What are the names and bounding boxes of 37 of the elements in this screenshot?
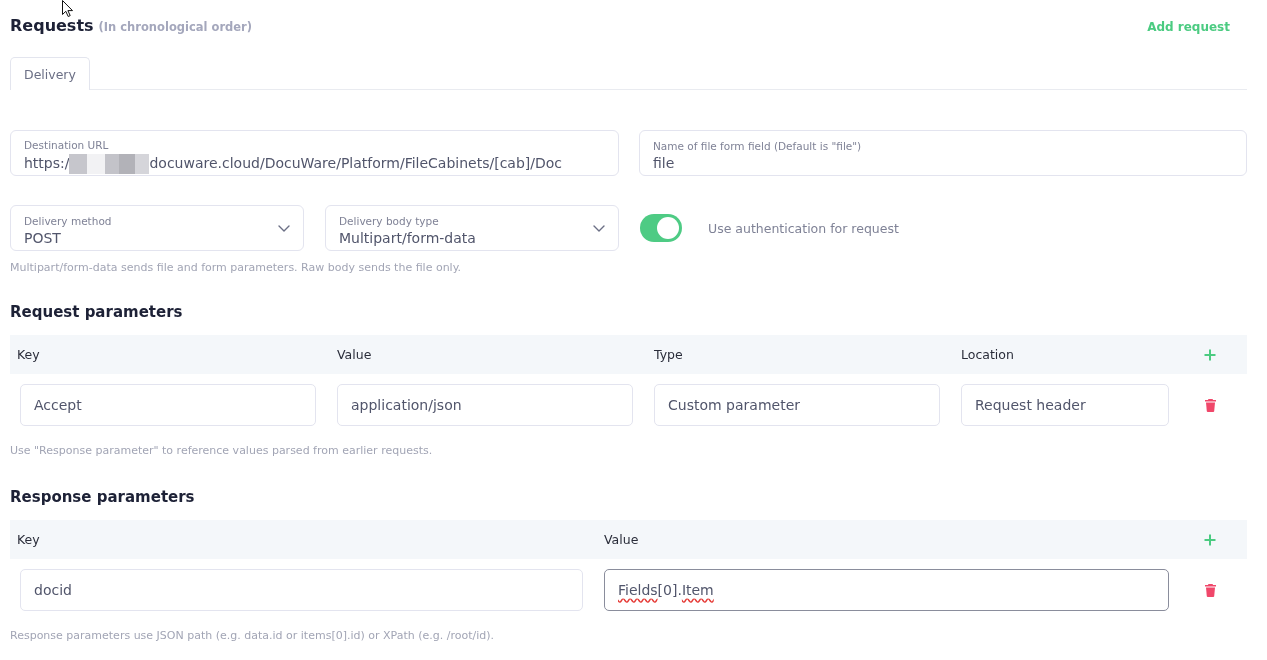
field-label: Name of file form field (Default is "file") (653, 139, 862, 153)
page-title: Requests (10, 16, 94, 35)
column-header: Type (654, 347, 684, 362)
hint-text: Multipart/form-data sends file and form parameters. Raw body sends the file only. (10, 261, 463, 275)
field-label: Delivery body type (339, 214, 439, 228)
column-header: Location (961, 347, 1015, 362)
mouse-cursor-icon (62, 0, 74, 17)
column-header: Key (17, 347, 41, 362)
chevron-down-icon (593, 224, 605, 232)
trash-icon[interactable] (1204, 583, 1216, 597)
column-header: Value (337, 347, 373, 362)
input-field[interactable]: Fields[0].Item (604, 569, 1169, 611)
hint-text: Use "Response parameter" to reference values parsed from earlier requests. (10, 444, 434, 458)
field-label: Destination URL (24, 138, 109, 152)
toggle-switch[interactable] (640, 214, 682, 242)
hint-text: Response parameters use JSON path (e.g. data.id or items[0].id) or XPath (e.g. /root/id). (10, 629, 496, 643)
input-field[interactable]: Accept (20, 384, 316, 426)
column-header: Value (604, 532, 640, 547)
toggle-label: Use authentication for request (708, 220, 899, 236)
dropdown-field[interactable]: Delivery body type Multipart/form-data (325, 205, 619, 251)
dropdown-field[interactable]: Delivery method POST (10, 205, 304, 251)
plus-icon[interactable] (1204, 533, 1216, 546)
column-header: Key (17, 532, 41, 547)
input-field[interactable]: application/json (337, 384, 633, 426)
input-field[interactable]: Request header (961, 384, 1169, 426)
tab[interactable]: Delivery (10, 57, 90, 90)
chevron-down-icon (278, 224, 290, 232)
section-heading: Request parameters (10, 302, 184, 322)
page-subtitle: (In chronological order) (98, 20, 253, 34)
input-field[interactable]: docid (20, 569, 583, 611)
url-field[interactable]: Destination URL https:/ docuware.cloud/DocuWare/Platform/FileCabinets/[cab]/Doc (10, 130, 619, 176)
text-field[interactable]: Name of file form field (Default is "file") file (639, 130, 1247, 176)
plus-icon[interactable] (1204, 348, 1216, 361)
section-heading: Response parameters (10, 487, 196, 507)
field-label: Delivery method (24, 214, 112, 228)
input-field[interactable]: Custom parameter (654, 384, 940, 426)
trash-icon[interactable] (1204, 398, 1216, 412)
